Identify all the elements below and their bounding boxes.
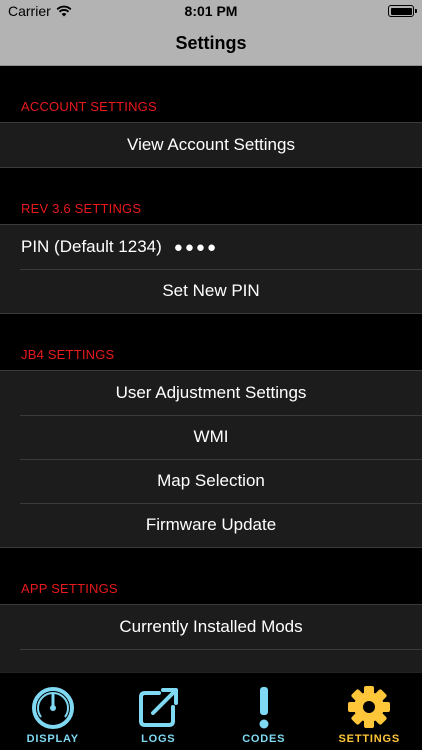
set-new-pin-row[interactable]: Set New PIN	[0, 269, 422, 313]
settings-list[interactable]: ACCOUNT SETTINGS View Account Settings R…	[0, 66, 422, 672]
tab-label-codes: CODES	[242, 733, 286, 745]
user-adjustment-settings-row[interactable]: User Adjustment Settings	[0, 371, 422, 415]
tab-codes[interactable]: CODES	[211, 673, 317, 750]
navigation-bar: Settings	[0, 22, 422, 66]
tab-label-logs: LOGS	[141, 733, 176, 745]
pin-label: PIN (Default 1234)	[21, 237, 162, 256]
section-header-app: APP SETTINGS	[21, 581, 118, 596]
tab-label-settings: SETTINGS	[338, 733, 400, 745]
tab-display[interactable]: DISPLAY	[0, 673, 106, 750]
list-item[interactable]	[0, 649, 422, 672]
battery-icon	[388, 5, 417, 17]
export-log-icon	[139, 688, 179, 727]
app-group: Currently Installed Mods	[0, 604, 422, 672]
status-bar: Carrier 8:01 PM	[0, 0, 422, 22]
view-account-settings-row[interactable]: View Account Settings	[0, 123, 422, 167]
gear-icon	[348, 686, 391, 728]
pin-row[interactable]: PIN (Default 1234) ●●●●	[0, 225, 422, 269]
rev-group: PIN (Default 1234) ●●●● Set New PIN	[0, 224, 422, 314]
tab-logs[interactable]: LOGS	[106, 673, 212, 750]
wmi-row[interactable]: WMI	[0, 415, 422, 459]
currently-installed-mods-row[interactable]: Currently Installed Mods	[0, 605, 422, 649]
tab-settings[interactable]: SETTINGS	[317, 673, 422, 750]
page-title: Settings	[175, 33, 247, 53]
exclamation-icon	[259, 687, 269, 729]
account-group: View Account Settings	[0, 122, 422, 168]
status-time: 8:01 PM	[184, 3, 238, 19]
pin-value: ●●●●	[173, 238, 219, 256]
tab-label-display: DISPLAY	[26, 733, 79, 745]
section-header-account: ACCOUNT SETTINGS	[21, 99, 157, 114]
section-header-jb4: JB4 SETTINGS	[21, 347, 115, 362]
tab-bar: DISPLAY LOGS CODES SETTINGS	[0, 672, 422, 750]
section-header-rev: REV 3.6 SETTINGS	[21, 201, 142, 216]
gauge-icon	[31, 687, 74, 729]
firmware-update-row[interactable]: Firmware Update	[0, 503, 422, 547]
map-selection-row[interactable]: Map Selection	[0, 459, 422, 503]
jb4-group: User Adjustment Settings WMI Map Selecti…	[0, 370, 422, 548]
